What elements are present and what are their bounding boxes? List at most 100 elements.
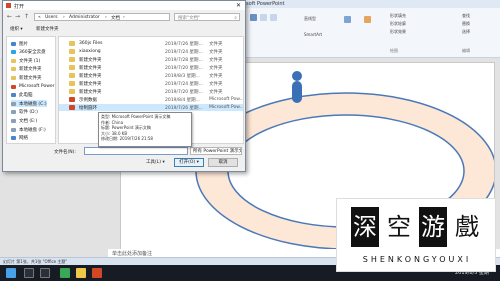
file-row[interactable]: 新建文件夹 2019/7/24 星期... 文件夹 bbox=[59, 80, 243, 87]
nav-item[interactable]: 此电脑 bbox=[11, 92, 33, 99]
ribbon-label[interactable]: 选择 bbox=[462, 29, 470, 35]
ribbon-label[interactable]: 直线型 bbox=[304, 16, 316, 22]
file-type-filter[interactable]: 所有 PowerPoint 演示文稿 bbox=[190, 147, 242, 155]
tools-button[interactable]: 工具(L) ▾ bbox=[146, 159, 165, 165]
nav-item[interactable]: 图片 bbox=[11, 40, 28, 47]
ribbon-label[interactable]: 形状轮廓 bbox=[390, 21, 406, 27]
file-row[interactable]: 新建文件夹 2019/7/28 星期... 文件夹 bbox=[59, 56, 243, 63]
ribbon-label[interactable]: 形状效果 bbox=[390, 29, 406, 35]
folder-icon bbox=[11, 75, 16, 80]
file-row[interactable]: 绘制圆环 2019/7/26 星期... Microsoft Pow... bbox=[59, 104, 243, 111]
folder-icon bbox=[69, 81, 75, 86]
back-icon[interactable]: ← bbox=[6, 13, 13, 21]
file-date: 2019/8/3 星期... bbox=[165, 74, 200, 79]
shape-icon[interactable] bbox=[250, 14, 257, 21]
shape-icon[interactable] bbox=[270, 14, 277, 21]
arrange-icon[interactable] bbox=[344, 16, 351, 23]
folder-icon bbox=[11, 136, 16, 141]
nav-item-label: 文件夹 (1) bbox=[19, 58, 41, 64]
dialog-title-bar[interactable]: 打开 ✕ bbox=[3, 1, 245, 10]
up-icon[interactable]: ↑ bbox=[23, 13, 30, 21]
file-row[interactable]: 新建文件夹 2019/8/3 星期... 文件夹 bbox=[59, 72, 243, 79]
powerpoint-taskbar-icon[interactable] bbox=[92, 268, 102, 278]
ribbon-group-title: 编辑 bbox=[462, 48, 470, 53]
file-type: 文件夹 bbox=[209, 82, 223, 87]
folder-icon bbox=[11, 41, 16, 46]
nav-item[interactable]: 新建文件夹 bbox=[11, 66, 42, 73]
breadcrumb-overflow[interactable]: « bbox=[38, 15, 41, 20]
shape-icon[interactable] bbox=[260, 14, 267, 21]
address-bar[interactable]: « Users › Administrator › 文档 › bbox=[34, 13, 170, 21]
file-date: 2019/7/24 星期... bbox=[165, 50, 203, 55]
file-name: 新建文件夹 bbox=[79, 58, 102, 63]
nav-item[interactable]: 文件夹 (1) bbox=[11, 57, 40, 64]
forward-icon[interactable]: → bbox=[14, 13, 21, 21]
folder-icon bbox=[11, 84, 16, 89]
nav-item[interactable]: 文档 (E:) bbox=[11, 117, 37, 124]
close-icon[interactable]: ✕ bbox=[234, 2, 243, 9]
nav-item[interactable]: 软件 (D:) bbox=[11, 109, 38, 116]
ribbon-label[interactable]: SmartArt bbox=[304, 32, 322, 37]
watermark-char: 深 bbox=[351, 207, 379, 247]
ribbon-label[interactable]: 查找 bbox=[462, 13, 470, 19]
nav-item[interactable]: 360安全云盘 bbox=[11, 49, 46, 56]
file-name: xiaoxiong bbox=[79, 49, 101, 54]
open-button[interactable]: 打开(O) ▾ bbox=[174, 158, 204, 167]
person-icon[interactable] bbox=[292, 71, 302, 103]
nav-item[interactable]: 新建文件夹 bbox=[11, 74, 42, 81]
file-row[interactable]: 360js Files 2019/7/26 星期... 文件夹 bbox=[59, 40, 243, 47]
ribbon-label[interactable]: 替换 bbox=[462, 21, 470, 27]
file-date: 2019/7/26 星期... bbox=[165, 106, 203, 111]
explorer-icon[interactable] bbox=[76, 268, 86, 278]
file-row[interactable]: xiaoxiong 2019/7/24 星期... 文件夹 bbox=[59, 48, 243, 55]
file-type: 文件夹 bbox=[209, 50, 223, 55]
file-row[interactable]: 示例数据 2019/8/4 星期... Microsoft Pow... bbox=[59, 96, 243, 103]
navigation-pane[interactable]: 图片 360安全云盘 文件夹 (1) 新建文件夹 新建文件夹 Microsoft Powe… bbox=[6, 36, 56, 144]
file-row[interactable]: 新建文件夹 2019/7/20 星期... 文件夹 bbox=[59, 64, 243, 71]
new-folder-button[interactable]: 新建文件夹 bbox=[36, 26, 59, 32]
quick-style-icon[interactable] bbox=[364, 16, 371, 23]
breadcrumb-separator: › bbox=[105, 15, 107, 20]
ppt-title-bar: osoft PowerPoint bbox=[240, 0, 500, 8]
nav-item-label: Microsoft Power bbox=[19, 84, 55, 89]
folder-icon bbox=[11, 118, 16, 123]
breadcrumb-separator: › bbox=[123, 15, 125, 20]
windows-start-icon[interactable] bbox=[6, 268, 16, 278]
folder-icon bbox=[69, 57, 75, 62]
nav-item[interactable]: Microsoft Power bbox=[11, 83, 55, 90]
search-icon[interactable] bbox=[24, 268, 34, 278]
breadcrumb-admin[interactable]: Administrator bbox=[69, 15, 100, 20]
nav-item[interactable]: 网络 bbox=[11, 135, 28, 142]
file-date: 2019/7/20 星期... bbox=[165, 66, 203, 71]
folder-icon bbox=[11, 50, 16, 55]
folder-icon bbox=[69, 41, 75, 46]
search-icon[interactable]: ⌕ bbox=[234, 15, 237, 21]
cancel-button[interactable]: 取消 bbox=[208, 158, 238, 167]
powerpoint-icon bbox=[6, 3, 11, 8]
breadcrumb-users[interactable]: Users bbox=[45, 15, 58, 20]
file-row[interactable]: 新建文件夹 2019/7/20 星期... 文件夹 bbox=[59, 88, 243, 95]
nav-item-label: 网络 bbox=[19, 136, 28, 142]
file-name: 新建文件夹 bbox=[79, 66, 102, 71]
browser-icon[interactable] bbox=[60, 268, 70, 278]
breadcrumb-documents[interactable]: 文档 bbox=[111, 15, 120, 21]
file-name: 360js Files bbox=[79, 41, 103, 46]
dialog-title: 打开 bbox=[14, 4, 25, 10]
folder-icon bbox=[11, 127, 16, 132]
task-view-icon[interactable] bbox=[40, 268, 50, 278]
ribbon-label[interactable]: 形状填充 bbox=[390, 13, 406, 19]
filename-input[interactable] bbox=[84, 147, 188, 155]
file-type: 文件夹 bbox=[209, 74, 223, 79]
nav-item[interactable]: 本地磁盘 (C:) bbox=[11, 100, 47, 108]
filename-label: 文件名(N): bbox=[54, 150, 76, 155]
organize-button[interactable]: 组织 ▾ bbox=[10, 26, 23, 32]
nav-item[interactable]: 本地磁盘 (F:) bbox=[11, 126, 46, 133]
folder-icon bbox=[11, 93, 16, 98]
nav-item-label: 图片 bbox=[19, 41, 28, 47]
address-row: ← → ↑ « Users › Administrator › 文档 › 搜索"… bbox=[6, 13, 242, 22]
notes-placeholder: 单击此处添加备注 bbox=[112, 251, 153, 257]
nav-item-label: 新建文件夹 bbox=[19, 67, 42, 73]
nav-item-label: 文档 (E:) bbox=[19, 118, 38, 124]
search-input[interactable]: 搜索"文档" ⌕ bbox=[174, 13, 240, 21]
watermark-char: 空 bbox=[385, 207, 413, 247]
